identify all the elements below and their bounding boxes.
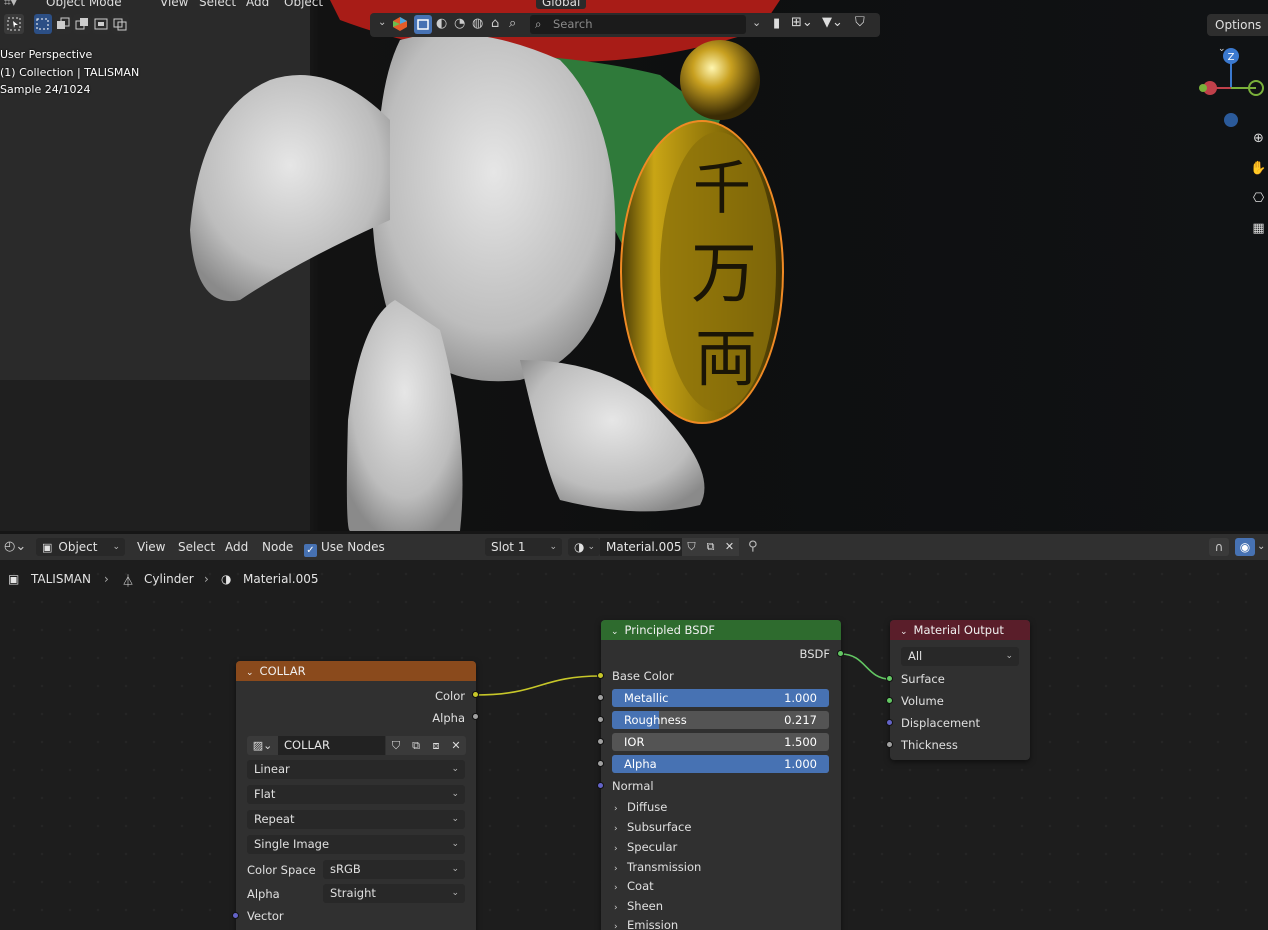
metallic-input-socket[interactable] [597, 694, 604, 701]
panel-sheen[interactable]: › Sheen [614, 896, 663, 916]
chevron-down-icon: ⌄ [451, 864, 459, 874]
ior-field[interactable]: IOR 1.500 [612, 733, 829, 751]
panel-subsurface[interactable]: › Subsurface [614, 817, 691, 837]
chevron-down-icon: ⌄ [451, 839, 459, 849]
panel-diffuse[interactable]: › Diffuse [614, 797, 667, 817]
volume-input-label: Volume [901, 694, 944, 708]
alpha-mode-dropdown[interactable]: Straight ⌄ [323, 884, 465, 903]
chevron-down-icon[interactable]: ⌄ [246, 668, 254, 678]
chevron-down-icon[interactable]: ⌄ [611, 627, 619, 637]
thickness-input-label: Thickness [901, 738, 958, 752]
vector-input-socket[interactable] [232, 912, 239, 919]
bsdf-output-socket[interactable] [837, 650, 844, 657]
image-selector: ▨⌄ COLLAR ⛉ ⧉ ⧈ ✕ [247, 736, 466, 755]
fake-user-shield-icon[interactable]: ⛉ [386, 736, 406, 755]
duplicate-image-icon[interactable]: ⧉ [406, 736, 426, 755]
extension-dropdown[interactable]: Repeat ⌄ [247, 810, 465, 829]
chevron-down-icon: ⌄ [451, 888, 459, 898]
node-header[interactable]: ⌄ COLLAR [236, 661, 476, 681]
panel-coat[interactable]: › Coat [614, 876, 654, 896]
metallic-slider[interactable]: Metallic 1.000 [612, 689, 829, 707]
principled-bsdf-node[interactable]: ⌄ Principled BSDF BSDF Base Color Metalli… [601, 620, 841, 930]
input-vector-label: Vector [247, 909, 284, 923]
alpha-output-socket[interactable] [472, 713, 479, 720]
base-color-input-socket[interactable] [597, 672, 604, 679]
alpha-mode-label: Alpha [247, 887, 280, 901]
chevron-right-icon: › [614, 824, 618, 834]
thickness-input-socket[interactable] [886, 741, 893, 748]
image-browse-icon[interactable]: ▨⌄ [247, 736, 278, 755]
output-bsdf-label: BSDF [799, 647, 830, 661]
output-color-label: Color [434, 689, 465, 703]
chevron-right-icon: › [614, 804, 618, 814]
chevron-right-icon: › [614, 922, 618, 930]
interpolation-dropdown[interactable]: Linear ⌄ [247, 760, 465, 779]
image-name-field[interactable]: COLLAR [278, 736, 385, 755]
material-output-node[interactable]: ⌄ Material Output All ⌄ Surface Volume Dis… [890, 620, 1030, 760]
ior-input-socket[interactable] [597, 738, 604, 745]
output-alpha-label: Alpha [432, 711, 465, 725]
chevron-down-icon[interactable]: ⌄ [900, 627, 908, 637]
node-header[interactable]: ⌄ Material Output [890, 620, 1030, 640]
link-color-to-basecolor[interactable] [475, 675, 602, 696]
normal-input-socket[interactable] [597, 782, 604, 789]
chevron-down-icon: ⌄ [451, 789, 459, 799]
alpha-slider[interactable]: Alpha 1.000 [612, 755, 829, 773]
node-header[interactable]: ⌄ Principled BSDF [601, 620, 841, 640]
displacement-input-label: Displacement [901, 716, 981, 730]
surface-input-label: Surface [901, 672, 945, 686]
link-bsdf-to-surface[interactable] [840, 653, 891, 680]
panel-specular[interactable]: › Specular [614, 837, 677, 857]
chevron-down-icon: ⌄ [451, 814, 459, 824]
base-color-label: Base Color [612, 669, 674, 683]
color-space-label: Color Space [247, 863, 316, 877]
chevron-down-icon: ⌄ [1005, 651, 1013, 661]
chevron-down-icon: ⌄ [451, 764, 459, 774]
unlink-image-icon[interactable]: ✕ [446, 736, 466, 755]
roughness-input-socket[interactable] [597, 716, 604, 723]
volume-input-socket[interactable] [886, 697, 893, 704]
color-output-socket[interactable] [472, 691, 479, 698]
image-texture-node[interactable]: ⌄ COLLAR Color Alpha ▨⌄ COLLAR ⛉ ⧉ ⧈ ✕ Li… [236, 661, 476, 930]
roughness-slider[interactable]: Roughness 0.217 [612, 711, 829, 729]
normal-label: Normal [612, 779, 654, 793]
surface-input-socket[interactable] [886, 675, 893, 682]
panel-transmission[interactable]: › Transmission [614, 857, 701, 877]
panel-emission[interactable]: › Emission [614, 915, 678, 930]
open-image-icon[interactable]: ⧈ [426, 736, 446, 755]
alpha-input-socket[interactable] [597, 760, 604, 767]
projection-dropdown[interactable]: Flat ⌄ [247, 785, 465, 804]
render-target-dropdown[interactable]: All ⌄ [901, 647, 1019, 666]
source-dropdown[interactable]: Single Image ⌄ [247, 835, 465, 854]
displacement-input-socket[interactable] [886, 719, 893, 726]
chevron-right-icon: › [614, 883, 618, 893]
chevron-right-icon: › [614, 844, 618, 854]
color-space-dropdown[interactable]: sRGB ⌄ [323, 860, 465, 879]
